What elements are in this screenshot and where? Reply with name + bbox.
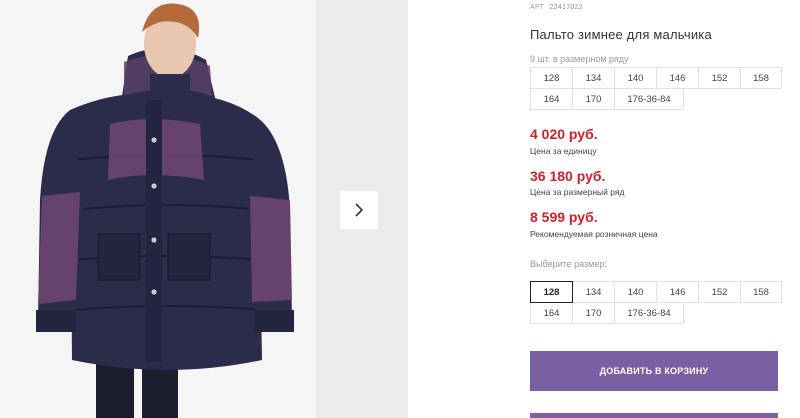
size-option[interactable]: 164	[530, 302, 573, 324]
unit-price-caption: Цена за единицу	[530, 146, 597, 156]
size-option[interactable]: 170	[572, 302, 615, 324]
retail-price-caption: Рекомендуемая розничная цена	[530, 229, 658, 239]
size-row-cell: 146	[656, 67, 699, 89]
size-option[interactable]: 140	[614, 281, 657, 303]
size-row-cell: 134	[572, 67, 615, 89]
size-row-cell: 170	[572, 88, 615, 110]
gallery-next-button[interactable]	[340, 191, 378, 229]
row-price: 36 180 руб.	[530, 168, 606, 184]
size-row-cell: 152	[698, 67, 741, 89]
sku-value: 22417022	[549, 4, 583, 11]
size-option[interactable]: 146	[656, 281, 699, 303]
size-row-cell: 128	[530, 67, 573, 89]
size-option[interactable]: 152	[698, 281, 741, 303]
size-option[interactable]: 134	[572, 281, 615, 303]
product-sku: АРТ 22417022	[530, 4, 583, 11]
row-price-caption: Цена за размерный ряд	[530, 187, 625, 197]
retail-price: 8 599 руб.	[530, 209, 598, 225]
secondary-action-button[interactable]	[530, 413, 778, 418]
size-row-cell: 164	[530, 88, 573, 110]
sku-label: АРТ	[530, 4, 545, 11]
size-row-cell: 158	[740, 67, 782, 89]
size-row-cell: 176-36-84	[614, 88, 684, 110]
unit-price: 4 020 руб.	[530, 126, 598, 142]
product-photo	[0, 0, 316, 418]
size-row-hint: 9 шт. в размерном ряду	[530, 54, 629, 64]
size-option-selected[interactable]: 128	[530, 281, 573, 303]
chevron-right-icon	[355, 203, 364, 217]
add-to-cart-button[interactable]: ДОБАВИТЬ В КОРЗИНУ	[530, 351, 778, 391]
size-option[interactable]: 158	[740, 281, 782, 303]
size-row-cell: 140	[614, 67, 657, 89]
product-gallery	[0, 0, 408, 418]
choose-size-label: Выберите размер:	[530, 259, 607, 269]
boy-in-coat-illustration	[0, 0, 316, 418]
size-option[interactable]: 176-36-84	[614, 302, 684, 324]
product-title: Пальто зимнее для мальчика	[530, 27, 712, 42]
